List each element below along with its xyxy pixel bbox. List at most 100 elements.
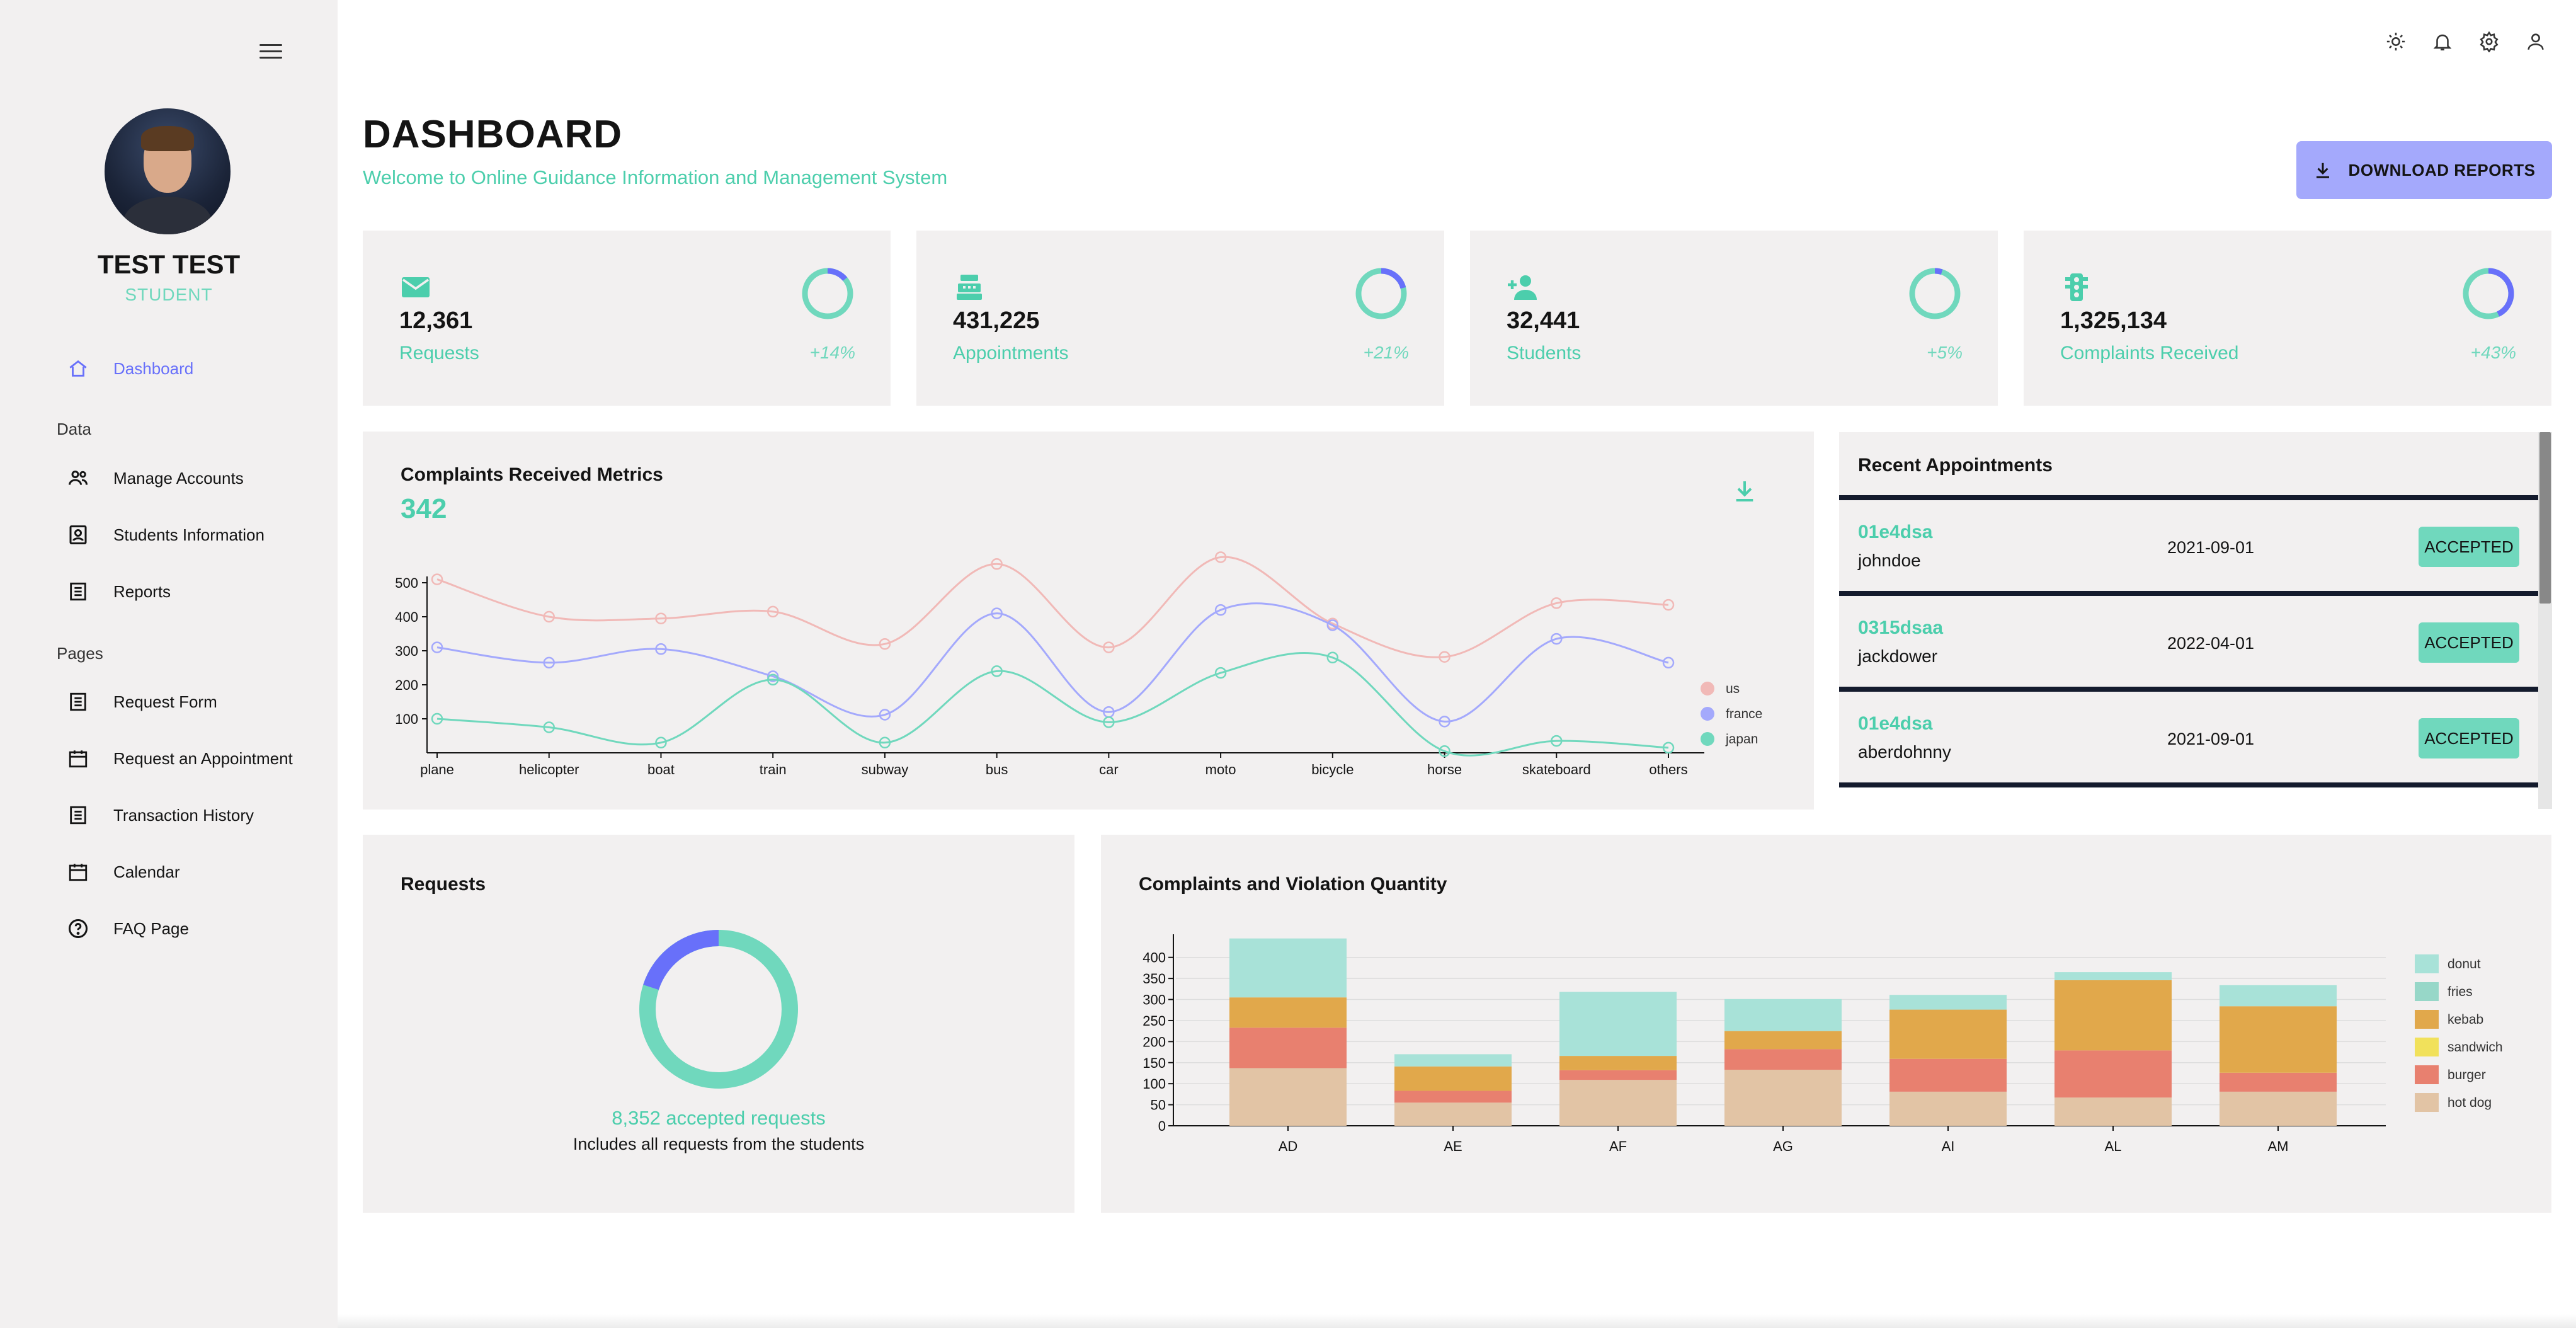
sidebar-item-request-form[interactable]: Request Form <box>113 689 217 714</box>
legend-swatch <box>2415 1065 2439 1084</box>
progress-ring-track <box>1909 268 1961 319</box>
legend-swatch <box>2415 1038 2439 1056</box>
data-point <box>431 573 443 585</box>
x-tick-label: boat <box>647 762 675 777</box>
bar-segment-donut <box>1889 995 2007 1010</box>
bar-segment-donut <box>1724 999 1842 1031</box>
stat-value: 12,361 <box>399 307 473 334</box>
bar-segment-burger <box>1559 1070 1677 1080</box>
progress-ring-fill <box>2488 268 2514 317</box>
download-reports-button[interactable]: DOWNLOAD REPORTS <box>2296 141 2552 199</box>
bar-segment-donut <box>2055 972 2172 980</box>
avatar-shirt <box>123 197 212 234</box>
traffic-icon <box>2060 271 2093 304</box>
avatar-hair <box>141 126 194 151</box>
scrollbar-thumb[interactable] <box>2539 432 2551 604</box>
sidebar-item-students-information[interactable]: Students Information <box>113 522 265 547</box>
y-tick-label: 250 <box>1143 1013 1166 1029</box>
sidebar-item-dashboard[interactable]: Dashboard <box>113 356 193 381</box>
calendar-icon <box>66 746 91 771</box>
legend-swatch <box>2415 1010 2439 1029</box>
y-tick-label: 150 <box>1143 1055 1166 1071</box>
legend-swatch <box>2415 954 2439 973</box>
legend-swatch <box>2415 1093 2439 1112</box>
x-tick-label: horse <box>1427 762 1462 777</box>
profile-role: STUDENT <box>125 285 213 304</box>
download-icon <box>2316 163 2329 178</box>
bar-segment-donut <box>2220 985 2337 1007</box>
bar-segment-burger <box>1394 1090 1512 1103</box>
progress-ring-fill <box>827 268 848 282</box>
page-subtitle: Welcome to Online Guidance Information a… <box>363 166 948 188</box>
sun-icon[interactable] <box>2383 29 2408 54</box>
stat-change: +14% <box>809 343 855 362</box>
status-badge[interactable]: ACCEPTED <box>2419 718 2519 758</box>
profile-name: TEST TEST <box>97 249 241 279</box>
avatar <box>105 108 231 234</box>
y-tick-label: 200 <box>1143 1034 1166 1050</box>
progress-ring <box>2463 268 2514 319</box>
sidebar-section-pages: Pages <box>57 644 103 663</box>
legend-swatch <box>1701 707 1714 721</box>
x-tick-label: AG <box>1773 1138 1793 1154</box>
stat-label: Students <box>1507 343 1582 363</box>
status-badge[interactable]: ACCEPTED <box>2419 622 2519 663</box>
bar-segment-hot-dog <box>2220 1091 2337 1126</box>
x-tick-label: plane <box>420 762 454 777</box>
bar-segment-donut <box>1559 992 1677 1056</box>
bar-segment-burger <box>2055 1050 2172 1098</box>
stat-value: 1,325,134 <box>2060 307 2167 334</box>
appointment-user: johndoe <box>1858 551 1921 570</box>
bar-chart-panel: Complaints and Violation Quantity 0 50 100… <box>1101 835 2551 1213</box>
hamburger-line <box>259 44 282 46</box>
stat-label: Complaints Received <box>2060 343 2239 363</box>
progress-ring-fill <box>1934 268 1943 275</box>
bar-segment-hot-dog <box>1889 1091 2007 1126</box>
legend-label: france <box>1726 707 1762 721</box>
legend-label: japan <box>1725 732 1758 747</box>
y-tick-label: 300 <box>1143 992 1166 1008</box>
gear-icon[interactable] <box>2476 29 2502 54</box>
help-icon <box>66 916 91 941</box>
sidebar-item-manage-accounts[interactable]: Manage Accounts <box>113 466 244 491</box>
y-tick-label: 400 <box>395 609 418 625</box>
appointment-user: jackdower <box>1858 646 1938 666</box>
legend-swatch <box>2415 982 2439 1001</box>
y-tick-label: 400 <box>1143 950 1166 966</box>
y-tick-label: 300 <box>395 643 418 659</box>
stat-card-students: 32,441 Students +5% <box>1470 231 1998 406</box>
x-tick-label: train <box>760 762 787 777</box>
x-tick-label: AM <box>2268 1138 2289 1154</box>
user-icon[interactable] <box>2523 29 2548 54</box>
x-tick-label: helicopter <box>519 762 579 777</box>
sidebar-item-faq[interactable]: FAQ Page <box>113 916 189 941</box>
sidebar: TEST TEST STUDENT Dashboard Data Manage … <box>0 0 338 1328</box>
stat-value: 431,225 <box>953 307 1040 334</box>
menu-toggle-button[interactable] <box>259 44 282 62</box>
hamburger-line <box>259 57 282 59</box>
recent-appointments-header: Recent Appointments <box>1839 432 2538 500</box>
x-tick-label: AD <box>1279 1138 1298 1154</box>
sidebar-item-calendar[interactable]: Calendar <box>113 859 180 884</box>
sidebar-item-transaction-history[interactable]: Transaction History <box>113 803 254 828</box>
register-icon <box>953 271 986 304</box>
progress-ring <box>1355 268 1407 319</box>
x-tick-label: moto <box>1205 762 1236 777</box>
status-badge[interactable]: ACCEPTED <box>2419 527 2519 567</box>
bar-segment-burger <box>1724 1049 1842 1070</box>
bar-segment-kebab <box>2055 980 2172 1051</box>
legend-label: burger <box>2448 1068 2486 1082</box>
y-tick-label: 100 <box>1143 1076 1166 1092</box>
x-tick-label: AI <box>1942 1138 1955 1154</box>
y-tick-label: 500 <box>395 575 418 591</box>
stat-value: 32,441 <box>1507 307 1580 334</box>
appointment-row[interactable]: 0315dsaa jackdower 2022-04-01 ACCEPTED <box>1839 596 2538 692</box>
legend-label: sandwich <box>2448 1040 2503 1055</box>
bell-icon[interactable] <box>2430 29 2455 54</box>
appointment-row[interactable]: 01e4dsa johndoe 2021-09-01 ACCEPTED <box>1839 500 2538 596</box>
appointment-row[interactable]: 01e4dsa aberdohnny 2021-09-01 ACCEPTED <box>1839 692 2538 787</box>
bar-chart: 0 50 100 150 200 250 300 350 400 AD AE AF AG AI AL AM do… <box>1143 934 2503 1154</box>
sidebar-item-reports[interactable]: Reports <box>113 579 171 604</box>
bar-segment-burger <box>2220 1072 2337 1092</box>
sidebar-item-request-appointment[interactable]: Request an Appointment <box>113 746 293 771</box>
